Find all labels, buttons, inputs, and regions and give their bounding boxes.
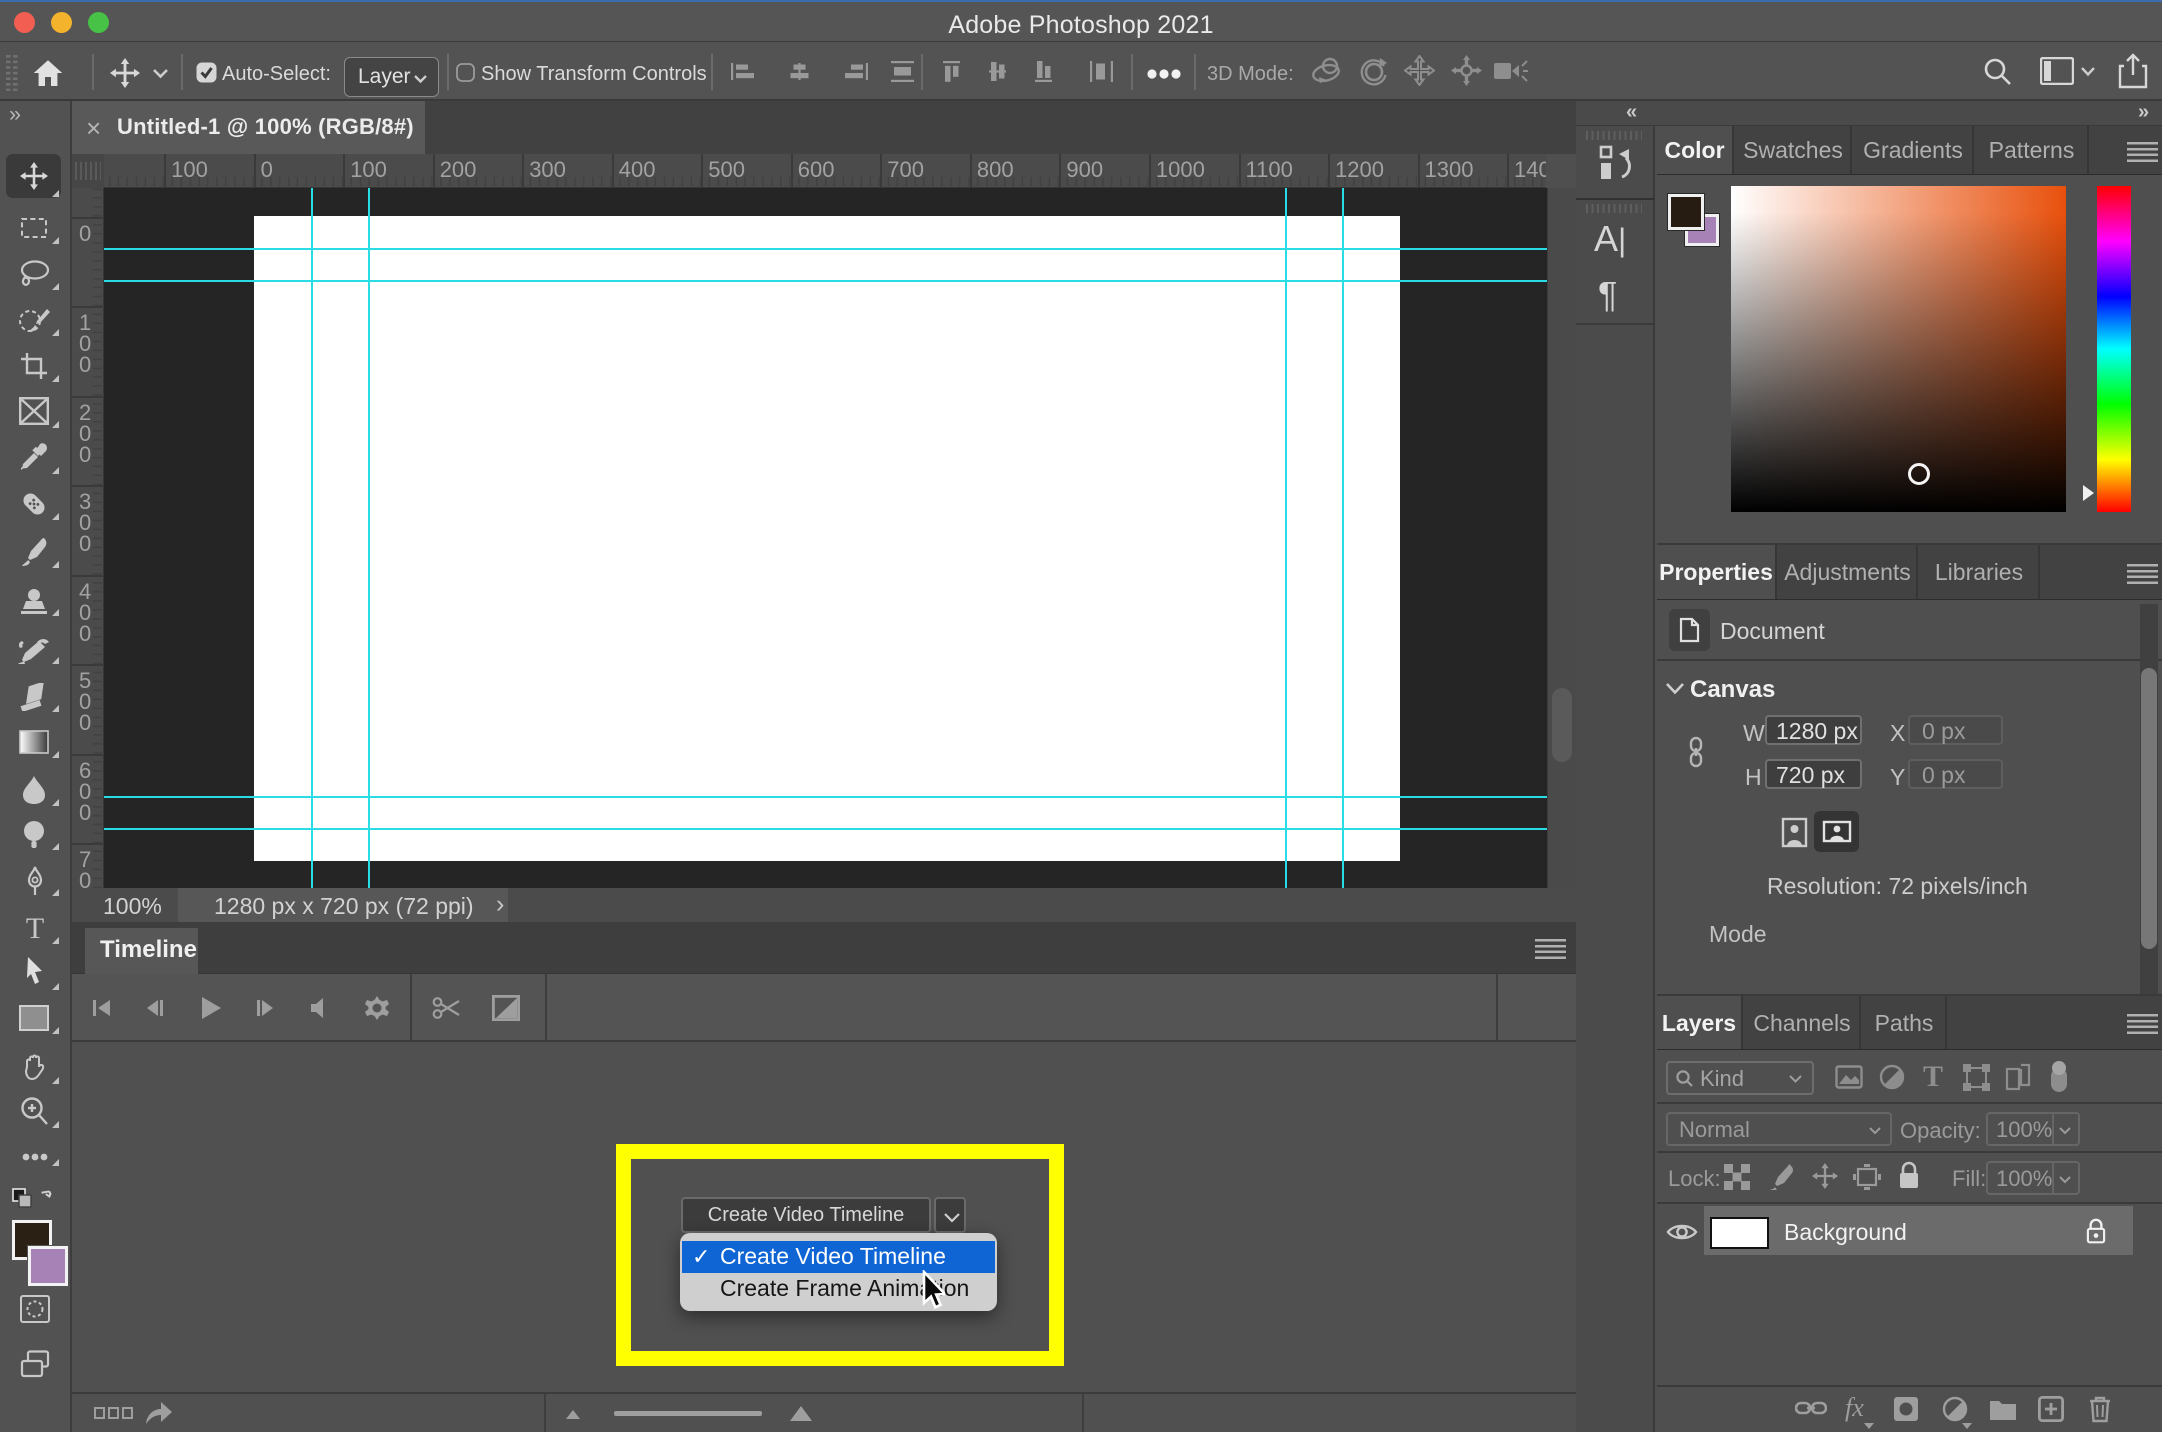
svg-text:T: T (26, 913, 44, 943)
